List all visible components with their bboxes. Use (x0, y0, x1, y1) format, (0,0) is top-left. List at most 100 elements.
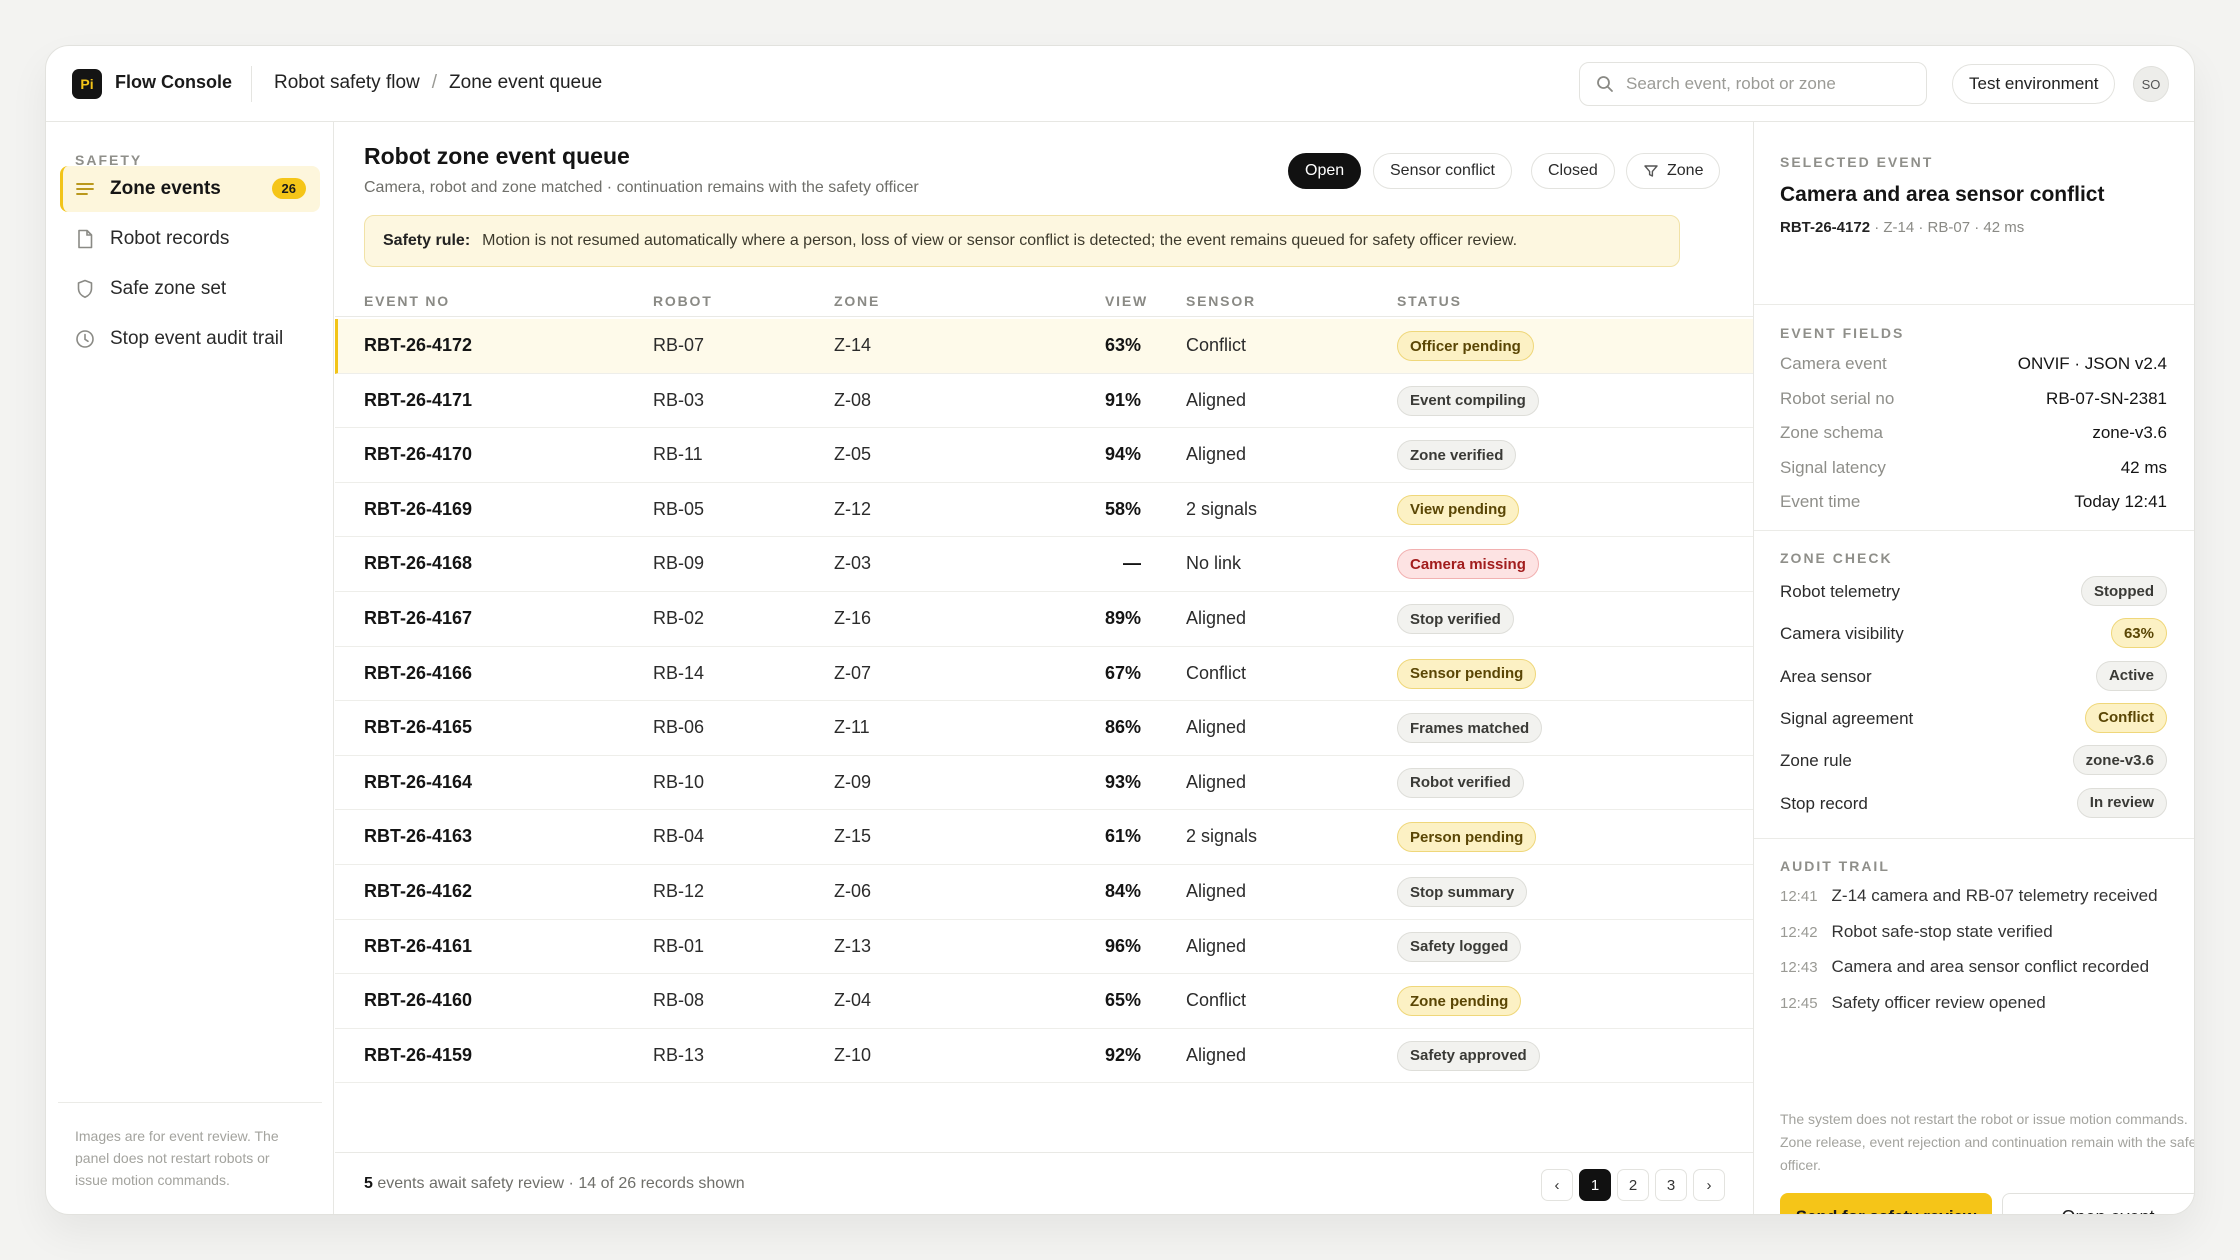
app-name[interactable]: Flow Console (115, 72, 232, 93)
column-header-robot[interactable]: ROBOT (653, 293, 713, 309)
filter-zone-label: Zone (1667, 162, 1704, 179)
table-row[interactable]: RBT-26-4171 RB-03 Z-08 91% Aligned Event comp… (335, 374, 1753, 429)
zone-id: Z-14 (834, 335, 872, 355)
table-row[interactable]: RBT-26-4163 RB-04 Z-15 61% 2 signals Person p… (335, 810, 1753, 865)
view-percent: 94% (1104, 444, 1141, 465)
status-badge: Sensor pending (1397, 658, 1537, 689)
event-number: RBT-26-4167 (364, 608, 473, 628)
column-header-status[interactable]: STATUS (1397, 293, 1462, 309)
sidebar-item-zone-events[interactable]: Zone events 26 (60, 166, 320, 212)
status-badge: Camera missing (1397, 549, 1539, 580)
zone-id: Z-10 (834, 1044, 872, 1065)
pagination-prev[interactable]: ‹ (1541, 1169, 1573, 1201)
top-divider (251, 66, 252, 102)
column-header-view[interactable]: VIEW (1105, 293, 1148, 309)
sensor-state: Aligned (1186, 935, 1247, 956)
table-row[interactable]: RBT-26-4168 RB-09 Z-03 — No link Camera missi… (335, 537, 1753, 592)
filter-closed[interactable]: Closed (1531, 153, 1615, 189)
robot-id: RB-05 (653, 498, 705, 519)
user-avatar[interactable]: SO (2133, 66, 2169, 102)
pagination-page-2[interactable]: 2 (1617, 1169, 1649, 1201)
sensor-state: Conflict (1186, 335, 1247, 355)
search-icon (1597, 76, 1613, 92)
breadcrumb-parent[interactable]: Robot safety flow (274, 72, 420, 94)
robot-id: RB-14 (653, 662, 705, 683)
zone-id: Z-04 (834, 990, 872, 1011)
robot-id: RB-08 (653, 990, 705, 1011)
audit-text: Safety officer review opened (1831, 992, 2046, 1012)
check-status-badge: zone-v3.6 (2072, 745, 2167, 776)
status-badge: View pending (1397, 494, 1520, 525)
safety-rule-banner: Safety rule: Motion is not resumed autom… (364, 215, 1680, 267)
pending-count: 5 (364, 1175, 373, 1192)
field-value: Today 12:41 (2074, 492, 2167, 511)
column-header-event-no[interactable]: EVENT NO (364, 293, 450, 309)
top-bar: Pi Flow Console Robot safety flow / Zone… (46, 46, 2194, 122)
robot-id: RB-13 (653, 1044, 705, 1065)
table-row[interactable]: RBT-26-4160 RB-08 Z-04 65% Conflict Zone pend… (335, 974, 1753, 1029)
table-row[interactable]: RBT-26-4164 RB-10 Z-09 93% Aligned Robot veri… (335, 756, 1753, 811)
audit-trail-heading: AUDIT TRAIL (1780, 858, 1890, 874)
robot-id: RB-11 (653, 444, 703, 465)
page-title: Robot zone event queue (364, 143, 630, 169)
selected-event-meta-text: · Z-14 · RB-07 · 42 ms (1874, 219, 2025, 236)
clock-icon (74, 328, 96, 350)
page-subtitle: Camera, robot and zone matched · continu… (364, 179, 919, 196)
filter-open[interactable]: Open (1288, 153, 1362, 189)
audit-time: 12:45 (1780, 994, 1818, 1012)
sidebar-item-robot-records[interactable]: Robot records (60, 216, 320, 262)
sidebar-item-label: Safe zone set (110, 278, 227, 299)
zone-id: Z-09 (834, 771, 872, 792)
sidebar-divider (58, 1102, 322, 1103)
table-row[interactable]: RBT-26-4172 RB-07 Z-14 63% Conflict Officer p… (335, 319, 1753, 374)
sensor-state: Aligned (1186, 444, 1247, 465)
audit-text: Z-14 camera and RB-07 telemetry received (1831, 886, 2158, 905)
audit-time: 12:41 (1780, 888, 1818, 905)
column-header-zone[interactable]: ZONE (834, 293, 880, 309)
pagination-page-1[interactable]: 1 (1579, 1169, 1611, 1201)
field-value: RB-07-SN-2381 (2046, 388, 2167, 408)
audit-entry: 12:41 Z-14 camera and RB-07 telemetry rec… (1780, 886, 2158, 906)
pagination-next[interactable]: › (1693, 1169, 1725, 1201)
table-row[interactable]: RBT-26-4161 RB-01 Z-13 96% Aligned Safety log… (335, 920, 1753, 975)
environment-button[interactable]: Test environment (1952, 64, 2116, 104)
filter-sensor-conflict[interactable]: Sensor conflict (1373, 153, 1512, 189)
event-number: RBT-26-4162 (364, 881, 473, 901)
column-header-sensor[interactable]: SENSOR (1186, 293, 1256, 309)
event-number: RBT-26-4161 (364, 935, 473, 956)
send-for-safety-review-button[interactable]: Send for safety review (1780, 1193, 1992, 1214)
zone-id: Z-05 (834, 444, 872, 465)
sidebar-item-safe-zone-set[interactable]: Safe zone set (60, 266, 320, 312)
search-input[interactable] (1626, 74, 1916, 94)
table-row[interactable]: RBT-26-4165 RB-06 Z-11 86% Aligned Frames mat… (335, 701, 1753, 756)
status-badge: Stop verified (1397, 604, 1514, 634)
table-row[interactable]: RBT-26-4167 RB-02 Z-16 89% Aligned Stop verif… (335, 592, 1753, 647)
sidebar-item-label: Robot records (110, 228, 230, 249)
table-row[interactable]: RBT-26-4159 RB-13 Z-10 92% Aligned Safety app… (335, 1029, 1753, 1084)
robot-id: RB-10 (653, 771, 705, 792)
sidebar-item-stop-event-audit-trail[interactable]: Stop event audit trail (60, 316, 320, 362)
search-box[interactable] (1579, 62, 1927, 106)
open-event-button[interactable]: Open event (2002, 1193, 2194, 1214)
sidebar-item-label: Zone events (110, 178, 221, 199)
sidebar-item-label: Stop event audit trail (110, 328, 284, 349)
filter-zone[interactable]: Zone (1626, 153, 1721, 189)
sensor-state: Aligned (1186, 389, 1247, 410)
check-status-badge: Active (2095, 660, 2167, 691)
sidebar: SAFETY Zone events 26 Robot records Safe… (46, 122, 334, 1214)
status-badge: Officer pending (1397, 331, 1534, 361)
pagination-page-3[interactable]: 3 (1655, 1169, 1687, 1201)
app-logo[interactable]: Pi (72, 69, 102, 99)
audit-entry: 12:43 Camera and area sensor conflict rec… (1780, 957, 2149, 977)
event-queue: Robot zone event queue Camera, robot and… (335, 122, 1753, 1214)
view-percent: 84% (1104, 881, 1141, 901)
view-percent: 91% (1104, 389, 1141, 410)
table-row[interactable]: RBT-26-4170 RB-11 Z-05 94% Aligned Zone verif… (335, 428, 1753, 483)
check-status-badge: 63% (2110, 618, 2167, 649)
table-row[interactable]: RBT-26-4169 RB-05 Z-12 58% 2 signals View pen… (335, 483, 1753, 538)
event-number: RBT-26-4164 (364, 771, 473, 792)
table-row[interactable]: RBT-26-4162 RB-12 Z-06 84% Aligned Stop summa… (335, 865, 1753, 920)
panel-divider (1754, 838, 2194, 839)
sensor-state: No link (1186, 553, 1242, 574)
table-row[interactable]: RBT-26-4166 RB-14 Z-07 67% Conflict Sensor pe… (335, 647, 1753, 702)
